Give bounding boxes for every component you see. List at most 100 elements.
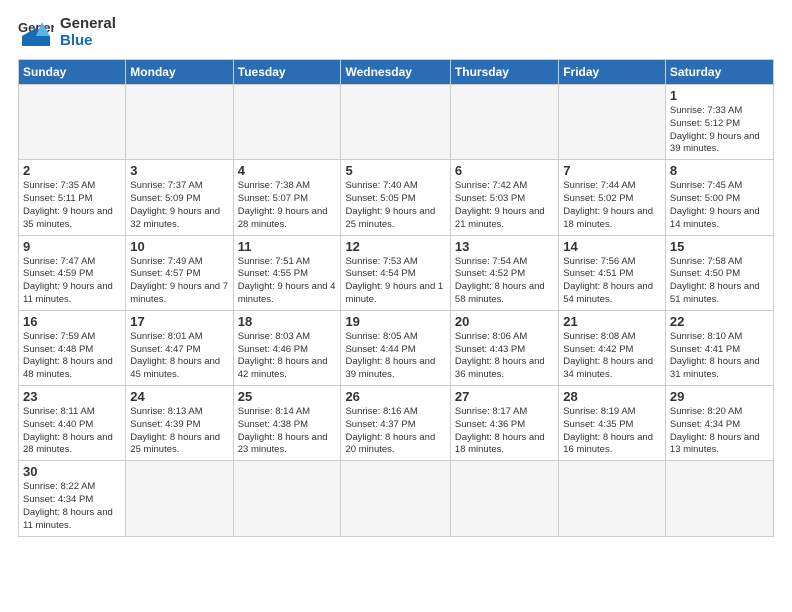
day-info: Sunrise: 8:11 AM Sunset: 4:40 PM Dayligh… <box>23 406 121 457</box>
calendar-cell <box>450 461 558 536</box>
day-number: 18 <box>238 314 337 329</box>
day-info: Sunrise: 8:08 AM Sunset: 4:42 PM Dayligh… <box>563 331 661 382</box>
calendar-cell: 1 Sunrise: 7:33 AM Sunset: 5:12 PM Daylig… <box>665 85 773 160</box>
header: General General Blue <box>18 16 774 49</box>
calendar-cell <box>19 85 126 160</box>
calendar-cell: 17 Sunrise: 8:01 AM Sunset: 4:47 PM Dayli… <box>126 310 233 385</box>
day-number: 2 <box>23 163 121 178</box>
calendar-cell: 26 Sunrise: 8:16 AM Sunset: 4:37 PM Dayli… <box>341 386 450 461</box>
calendar-cell: 11 Sunrise: 7:51 AM Sunset: 4:55 PM Dayli… <box>233 235 341 310</box>
calendar-cell: 15Sunrise: 7:58 AM Sunset: 4:50 PM Dayli… <box>665 235 773 310</box>
calendar-cell <box>559 85 666 160</box>
day-number: 1 <box>670 88 769 103</box>
day-info: Sunrise: 7:37 AM Sunset: 5:09 PM Dayligh… <box>130 180 228 231</box>
day-number: 28 <box>563 389 661 404</box>
day-info: Sunrise: 7:33 AM Sunset: 5:12 PM Dayligh… <box>670 105 769 156</box>
day-info: Sunrise: 8:22 AM Sunset: 4:34 PM Dayligh… <box>23 481 121 532</box>
weekday-header-thursday: Thursday <box>450 60 558 85</box>
calendar-cell: 7Sunrise: 7:44 AM Sunset: 5:02 PM Daylig… <box>559 160 666 235</box>
day-info: Sunrise: 7:38 AM Sunset: 5:07 PM Dayligh… <box>238 180 337 231</box>
calendar-cell: 10 Sunrise: 7:49 AM Sunset: 4:57 PM Dayli… <box>126 235 233 310</box>
weekday-header-sunday: Sunday <box>19 60 126 85</box>
logo-wordmark: General Blue <box>60 16 116 49</box>
logo: General General Blue <box>18 16 116 49</box>
calendar-week-row: 1 Sunrise: 7:33 AM Sunset: 5:12 PM Daylig… <box>19 85 774 160</box>
day-info: Sunrise: 8:01 AM Sunset: 4:47 PM Dayligh… <box>130 331 228 382</box>
day-number: 24 <box>130 389 228 404</box>
day-number: 29 <box>670 389 769 404</box>
day-number: 3 <box>130 163 228 178</box>
day-number: 10 <box>130 239 228 254</box>
calendar-cell: 8Sunrise: 7:45 AM Sunset: 5:00 PM Daylig… <box>665 160 773 235</box>
calendar-header-row: SundayMondayTuesdayWednesdayThursdayFrid… <box>19 60 774 85</box>
calendar-cell <box>341 85 450 160</box>
calendar-cell: 6 Sunrise: 7:42 AM Sunset: 5:03 PM Daylig… <box>450 160 558 235</box>
weekday-header-wednesday: Wednesday <box>341 60 450 85</box>
calendar-week-row: 9Sunrise: 7:47 AM Sunset: 4:59 PM Daylig… <box>19 235 774 310</box>
day-number: 16 <box>23 314 121 329</box>
day-info: Sunrise: 7:49 AM Sunset: 4:57 PM Dayligh… <box>130 256 228 307</box>
calendar-cell: 4Sunrise: 7:38 AM Sunset: 5:07 PM Daylig… <box>233 160 341 235</box>
weekday-header-saturday: Saturday <box>665 60 773 85</box>
day-number: 12 <box>345 239 445 254</box>
day-number: 20 <box>455 314 554 329</box>
day-number: 15 <box>670 239 769 254</box>
day-number: 11 <box>238 239 337 254</box>
calendar-cell: 20Sunrise: 8:06 AM Sunset: 4:43 PM Dayli… <box>450 310 558 385</box>
calendar-cell <box>341 461 450 536</box>
day-number: 5 <box>345 163 445 178</box>
calendar-cell: 23Sunrise: 8:11 AM Sunset: 4:40 PM Dayli… <box>19 386 126 461</box>
calendar-cell: 21Sunrise: 8:08 AM Sunset: 4:42 PM Dayli… <box>559 310 666 385</box>
calendar-cell <box>233 461 341 536</box>
day-info: Sunrise: 7:35 AM Sunset: 5:11 PM Dayligh… <box>23 180 121 231</box>
calendar-cell: 22 Sunrise: 8:10 AM Sunset: 4:41 PM Dayli… <box>665 310 773 385</box>
day-number: 13 <box>455 239 554 254</box>
calendar-cell: 14Sunrise: 7:56 AM Sunset: 4:51 PM Dayli… <box>559 235 666 310</box>
day-number: 25 <box>238 389 337 404</box>
day-number: 6 <box>455 163 554 178</box>
weekday-header-tuesday: Tuesday <box>233 60 341 85</box>
day-info: Sunrise: 8:13 AM Sunset: 4:39 PM Dayligh… <box>130 406 228 457</box>
day-info: Sunrise: 7:44 AM Sunset: 5:02 PM Dayligh… <box>563 180 661 231</box>
day-number: 22 <box>670 314 769 329</box>
day-info: Sunrise: 7:53 AM Sunset: 4:54 PM Dayligh… <box>345 256 445 307</box>
day-info: Sunrise: 7:40 AM Sunset: 5:05 PM Dayligh… <box>345 180 445 231</box>
calendar-cell: 27Sunrise: 8:17 AM Sunset: 4:36 PM Dayli… <box>450 386 558 461</box>
calendar-cell: 25 Sunrise: 8:14 AM Sunset: 4:38 PM Dayli… <box>233 386 341 461</box>
day-info: Sunrise: 8:14 AM Sunset: 4:38 PM Dayligh… <box>238 406 337 457</box>
day-number: 27 <box>455 389 554 404</box>
calendar-cell <box>126 85 233 160</box>
calendar: SundayMondayTuesdayWednesdayThursdayFrid… <box>18 59 774 537</box>
day-number: 17 <box>130 314 228 329</box>
calendar-cell <box>233 85 341 160</box>
calendar-cell: 5 Sunrise: 7:40 AM Sunset: 5:05 PM Daylig… <box>341 160 450 235</box>
day-info: Sunrise: 8:03 AM Sunset: 4:46 PM Dayligh… <box>238 331 337 382</box>
calendar-cell: 2 Sunrise: 7:35 AM Sunset: 5:11 PM Daylig… <box>19 160 126 235</box>
day-info: Sunrise: 8:19 AM Sunset: 4:35 PM Dayligh… <box>563 406 661 457</box>
calendar-cell <box>665 461 773 536</box>
calendar-cell: 18 Sunrise: 8:03 AM Sunset: 4:46 PM Dayli… <box>233 310 341 385</box>
day-info: Sunrise: 7:42 AM Sunset: 5:03 PM Dayligh… <box>455 180 554 231</box>
day-number: 14 <box>563 239 661 254</box>
day-number: 30 <box>23 464 121 479</box>
calendar-cell <box>126 461 233 536</box>
calendar-week-row: 16Sunrise: 7:59 AM Sunset: 4:48 PM Dayli… <box>19 310 774 385</box>
calendar-cell: 13 Sunrise: 7:54 AM Sunset: 4:52 PM Dayli… <box>450 235 558 310</box>
calendar-cell: 16Sunrise: 7:59 AM Sunset: 4:48 PM Dayli… <box>19 310 126 385</box>
calendar-cell: 9Sunrise: 7:47 AM Sunset: 4:59 PM Daylig… <box>19 235 126 310</box>
calendar-cell <box>450 85 558 160</box>
day-info: Sunrise: 7:54 AM Sunset: 4:52 PM Dayligh… <box>455 256 554 307</box>
day-number: 19 <box>345 314 445 329</box>
calendar-week-row: 30 Sunrise: 8:22 AM Sunset: 4:34 PM Dayli… <box>19 461 774 536</box>
calendar-cell: 12 Sunrise: 7:53 AM Sunset: 4:54 PM Dayli… <box>341 235 450 310</box>
weekday-header-friday: Friday <box>559 60 666 85</box>
day-number: 26 <box>345 389 445 404</box>
day-info: Sunrise: 8:16 AM Sunset: 4:37 PM Dayligh… <box>345 406 445 457</box>
calendar-week-row: 2 Sunrise: 7:35 AM Sunset: 5:11 PM Daylig… <box>19 160 774 235</box>
day-info: Sunrise: 8:10 AM Sunset: 4:41 PM Dayligh… <box>670 331 769 382</box>
calendar-week-row: 23Sunrise: 8:11 AM Sunset: 4:40 PM Dayli… <box>19 386 774 461</box>
day-info: Sunrise: 7:51 AM Sunset: 4:55 PM Dayligh… <box>238 256 337 307</box>
calendar-cell: 19Sunrise: 8:05 AM Sunset: 4:44 PM Dayli… <box>341 310 450 385</box>
day-info: Sunrise: 7:45 AM Sunset: 5:00 PM Dayligh… <box>670 180 769 231</box>
calendar-cell: 3 Sunrise: 7:37 AM Sunset: 5:09 PM Daylig… <box>126 160 233 235</box>
